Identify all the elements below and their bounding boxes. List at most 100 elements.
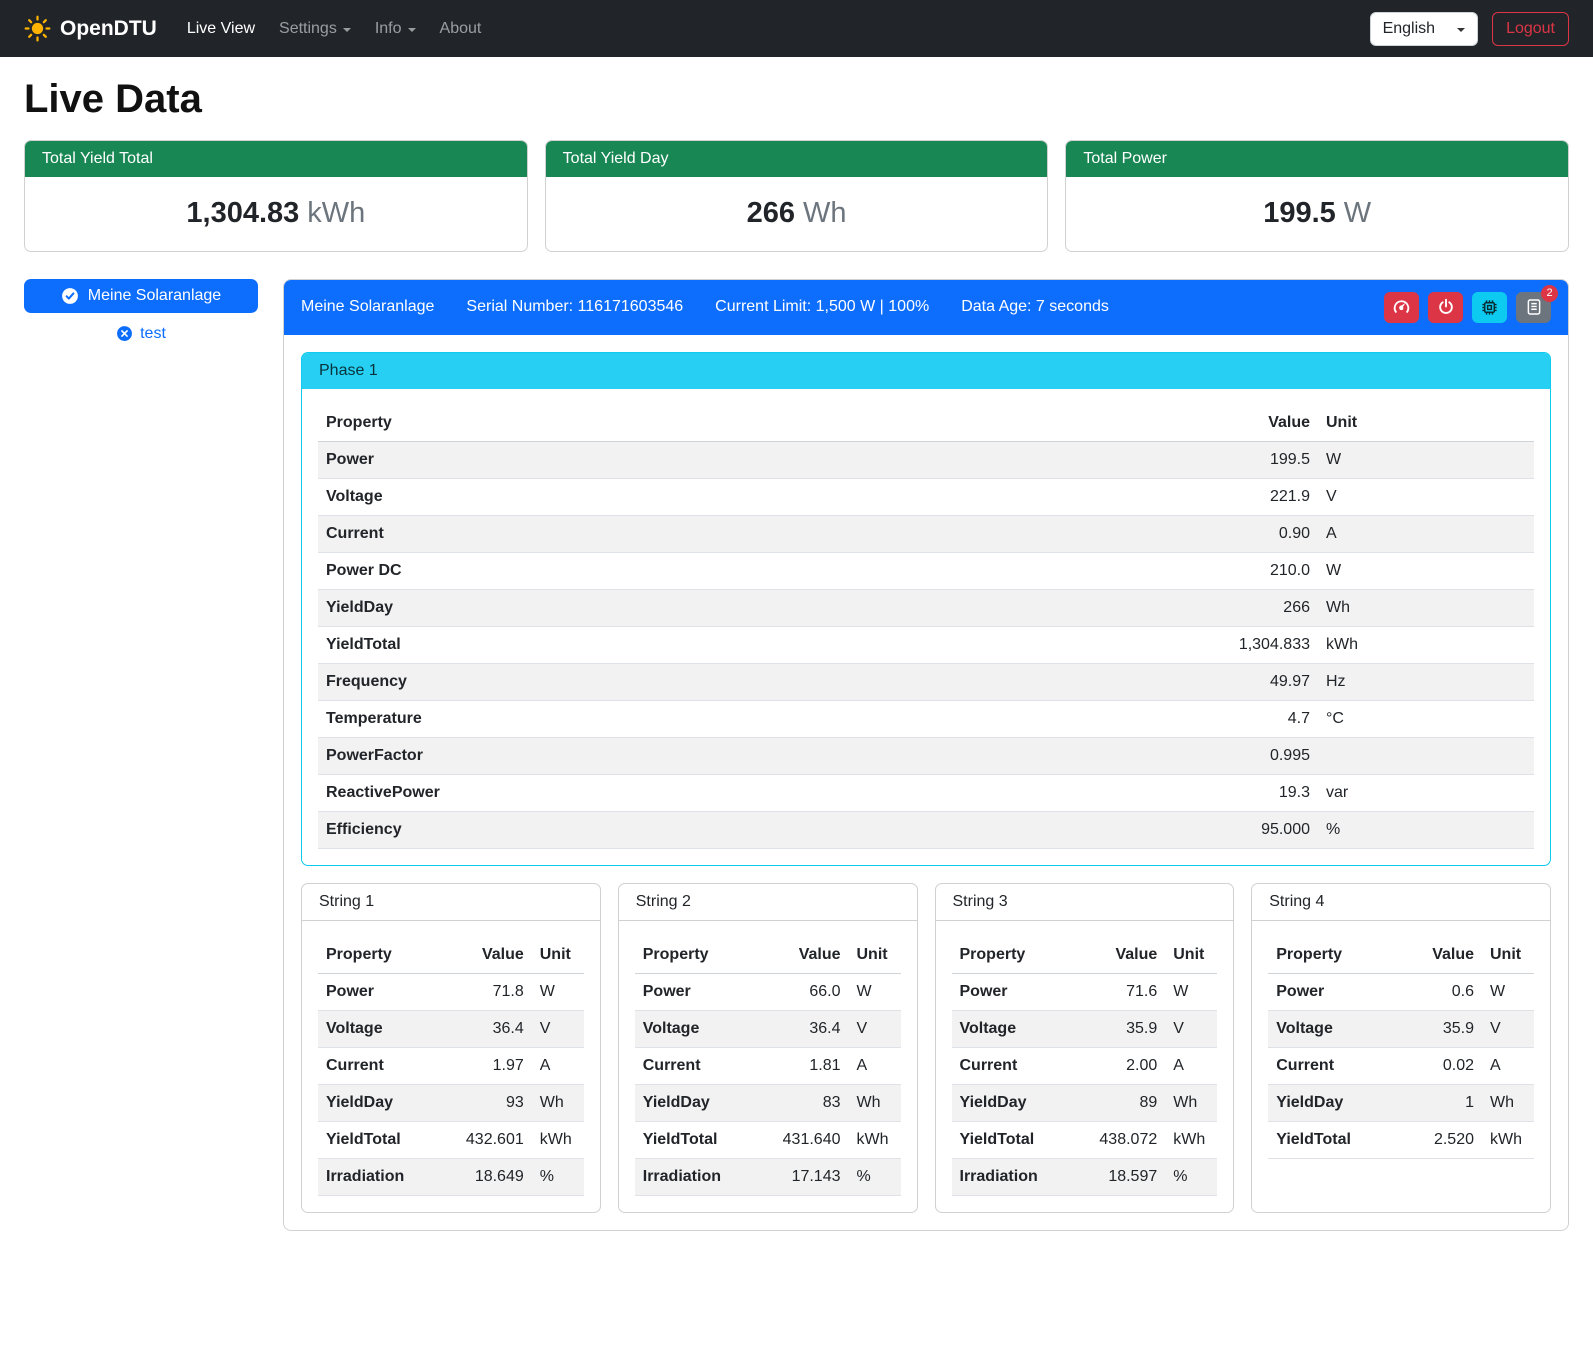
column-header-unit: Unit [532,937,584,974]
unit-cell: V [1165,1010,1217,1047]
property-cell: YieldDay [635,1084,757,1121]
language-select[interactable]: English [1370,12,1478,46]
value-cell: 35.9 [1073,1010,1165,1047]
nav-item-info[interactable]: Info [363,12,428,46]
unit-cell: V [532,1010,584,1047]
table-header-row: Property Value Unit [318,937,584,974]
column-header-property: Property [318,405,916,442]
unit-cell: W [1318,552,1534,589]
nav-item-label: Info [375,20,402,38]
value-cell: 71.8 [440,973,532,1010]
phase-1-card: Phase 1 Property Value Unit Power199.5WV… [301,352,1551,866]
card-value: 1,304.83 [186,197,299,229]
column-header-value: Value [440,937,532,974]
value-cell: 66.0 [757,973,849,1010]
table-row: Power0.6W [1268,973,1534,1010]
table-row: YieldTotal438.072kWh [952,1121,1218,1158]
chevron-down-icon [343,28,351,32]
total-yield-day-card: Total Yield Day 266Wh [545,140,1049,252]
column-header-unit: Unit [849,937,901,974]
total-yield-total-card: Total Yield Total 1,304.83kWh [24,140,528,252]
table-header-row: Property Value Unit [318,405,1534,442]
value-cell: 1.81 [757,1047,849,1084]
string-card-body: Property Value Unit Power0.6WVoltage35.9… [1252,921,1550,1175]
power-button[interactable] [1428,292,1463,323]
phase-table-body: Power199.5WVoltage221.9VCurrent0.90APowe… [318,441,1534,848]
table-row: Irradiation17.143% [635,1158,901,1195]
property-cell: Voltage [318,478,916,515]
table-row: Current1.97A [318,1047,584,1084]
value-cell: 1 [1390,1084,1482,1121]
column-header-unit: Unit [1318,405,1534,442]
unit-cell: Hz [1318,663,1534,700]
event-count-badge: 2 [1541,285,1558,302]
page-title: Live Data [24,77,1569,122]
inverter-limit: Current Limit: 1,500 W | 100% [715,298,929,316]
table-row: Voltage36.4V [318,1010,584,1047]
limit-settings-button[interactable] [1384,292,1419,323]
nav-item-about[interactable]: About [428,12,494,46]
property-cell: YieldTotal [952,1121,1074,1158]
inverter-select-button[interactable]: Meine Solaranlage [24,279,258,313]
string-card-title: String 3 [936,884,1234,921]
column-header-property: Property [1268,937,1390,974]
table-row: YieldTotal2.520kWh [1268,1121,1534,1158]
inverter-test-button[interactable]: test [24,325,258,343]
value-cell: 18.649 [440,1158,532,1195]
inverter-serial: Serial Number: 116171603546 [466,298,683,316]
card-title: Total Yield Total [25,141,527,177]
string-table-body: Power71.8WVoltage36.4VCurrent1.97AYieldD… [318,973,584,1195]
property-cell: Current [318,1047,440,1084]
inverter-panel-body: Phase 1 Property Value Unit Power199.5WV… [284,335,1568,1230]
value-cell: 0.02 [1390,1047,1482,1084]
property-cell: Irradiation [952,1158,1074,1195]
unit-cell: Wh [1165,1084,1217,1121]
logout-button[interactable]: Logout [1492,12,1569,46]
nav-item-live-view[interactable]: Live View [175,12,267,46]
table-row: YieldTotal432.601kWh [318,1121,584,1158]
unit-cell: Wh [532,1084,584,1121]
value-cell: 432.601 [440,1121,532,1158]
property-cell: YieldTotal [635,1121,757,1158]
property-cell: Power [635,973,757,1010]
event-log-button[interactable]: 2 [1516,292,1551,323]
nav-item-label: Live View [187,20,255,38]
unit-cell [1318,737,1534,774]
value-cell: 0.90 [916,515,1318,552]
unit-cell: Wh [1482,1084,1534,1121]
string-card-body: Property Value Unit Power71.6WVoltage35.… [936,921,1234,1212]
string-4-card: String 4 Property Value Unit [1251,883,1551,1213]
card-body: 1,304.83kWh [25,177,527,251]
inverter-panel-header: Meine Solaranlage Serial Number: 1161716… [284,280,1568,335]
chevron-down-icon [1457,28,1465,32]
nav-item-label: Settings [279,20,337,38]
value-cell: 199.5 [916,441,1318,478]
value-cell: 2.520 [1390,1121,1482,1158]
property-cell: Power [318,441,916,478]
nav-item-settings[interactable]: Settings [267,12,363,46]
table-row: Current2.00A [952,1047,1218,1084]
property-cell: Power [318,973,440,1010]
table-row: ReactivePower19.3var [318,774,1534,811]
card-unit: kWh [307,197,365,229]
unit-cell: var [1318,774,1534,811]
table-row: Power66.0W [635,973,901,1010]
unit-cell: W [532,973,584,1010]
app-brand[interactable]: OpenDTU [24,15,157,42]
table-row: YieldTotal431.640kWh [635,1121,901,1158]
property-cell: Frequency [318,663,916,700]
string-table: Property Value Unit Power71.6WVoltage35.… [952,937,1218,1196]
card-title: Total Yield Day [546,141,1048,177]
column-header-value: Value [1390,937,1482,974]
table-row: Current0.02A [1268,1047,1534,1084]
unit-cell: W [1482,973,1534,1010]
unit-cell: Wh [849,1084,901,1121]
property-cell: YieldTotal [318,1121,440,1158]
inverter-actions: 2 [1384,292,1551,323]
table-header-row: Property Value Unit [952,937,1218,974]
string-table: Property Value Unit Power0.6WVoltage35.9… [1268,937,1534,1159]
unit-cell: kWh [1482,1121,1534,1158]
value-cell: 221.9 [916,478,1318,515]
device-info-button[interactable] [1472,292,1507,323]
main-layout: Meine Solaranlage test Meine Solaranlage… [24,279,1569,1231]
